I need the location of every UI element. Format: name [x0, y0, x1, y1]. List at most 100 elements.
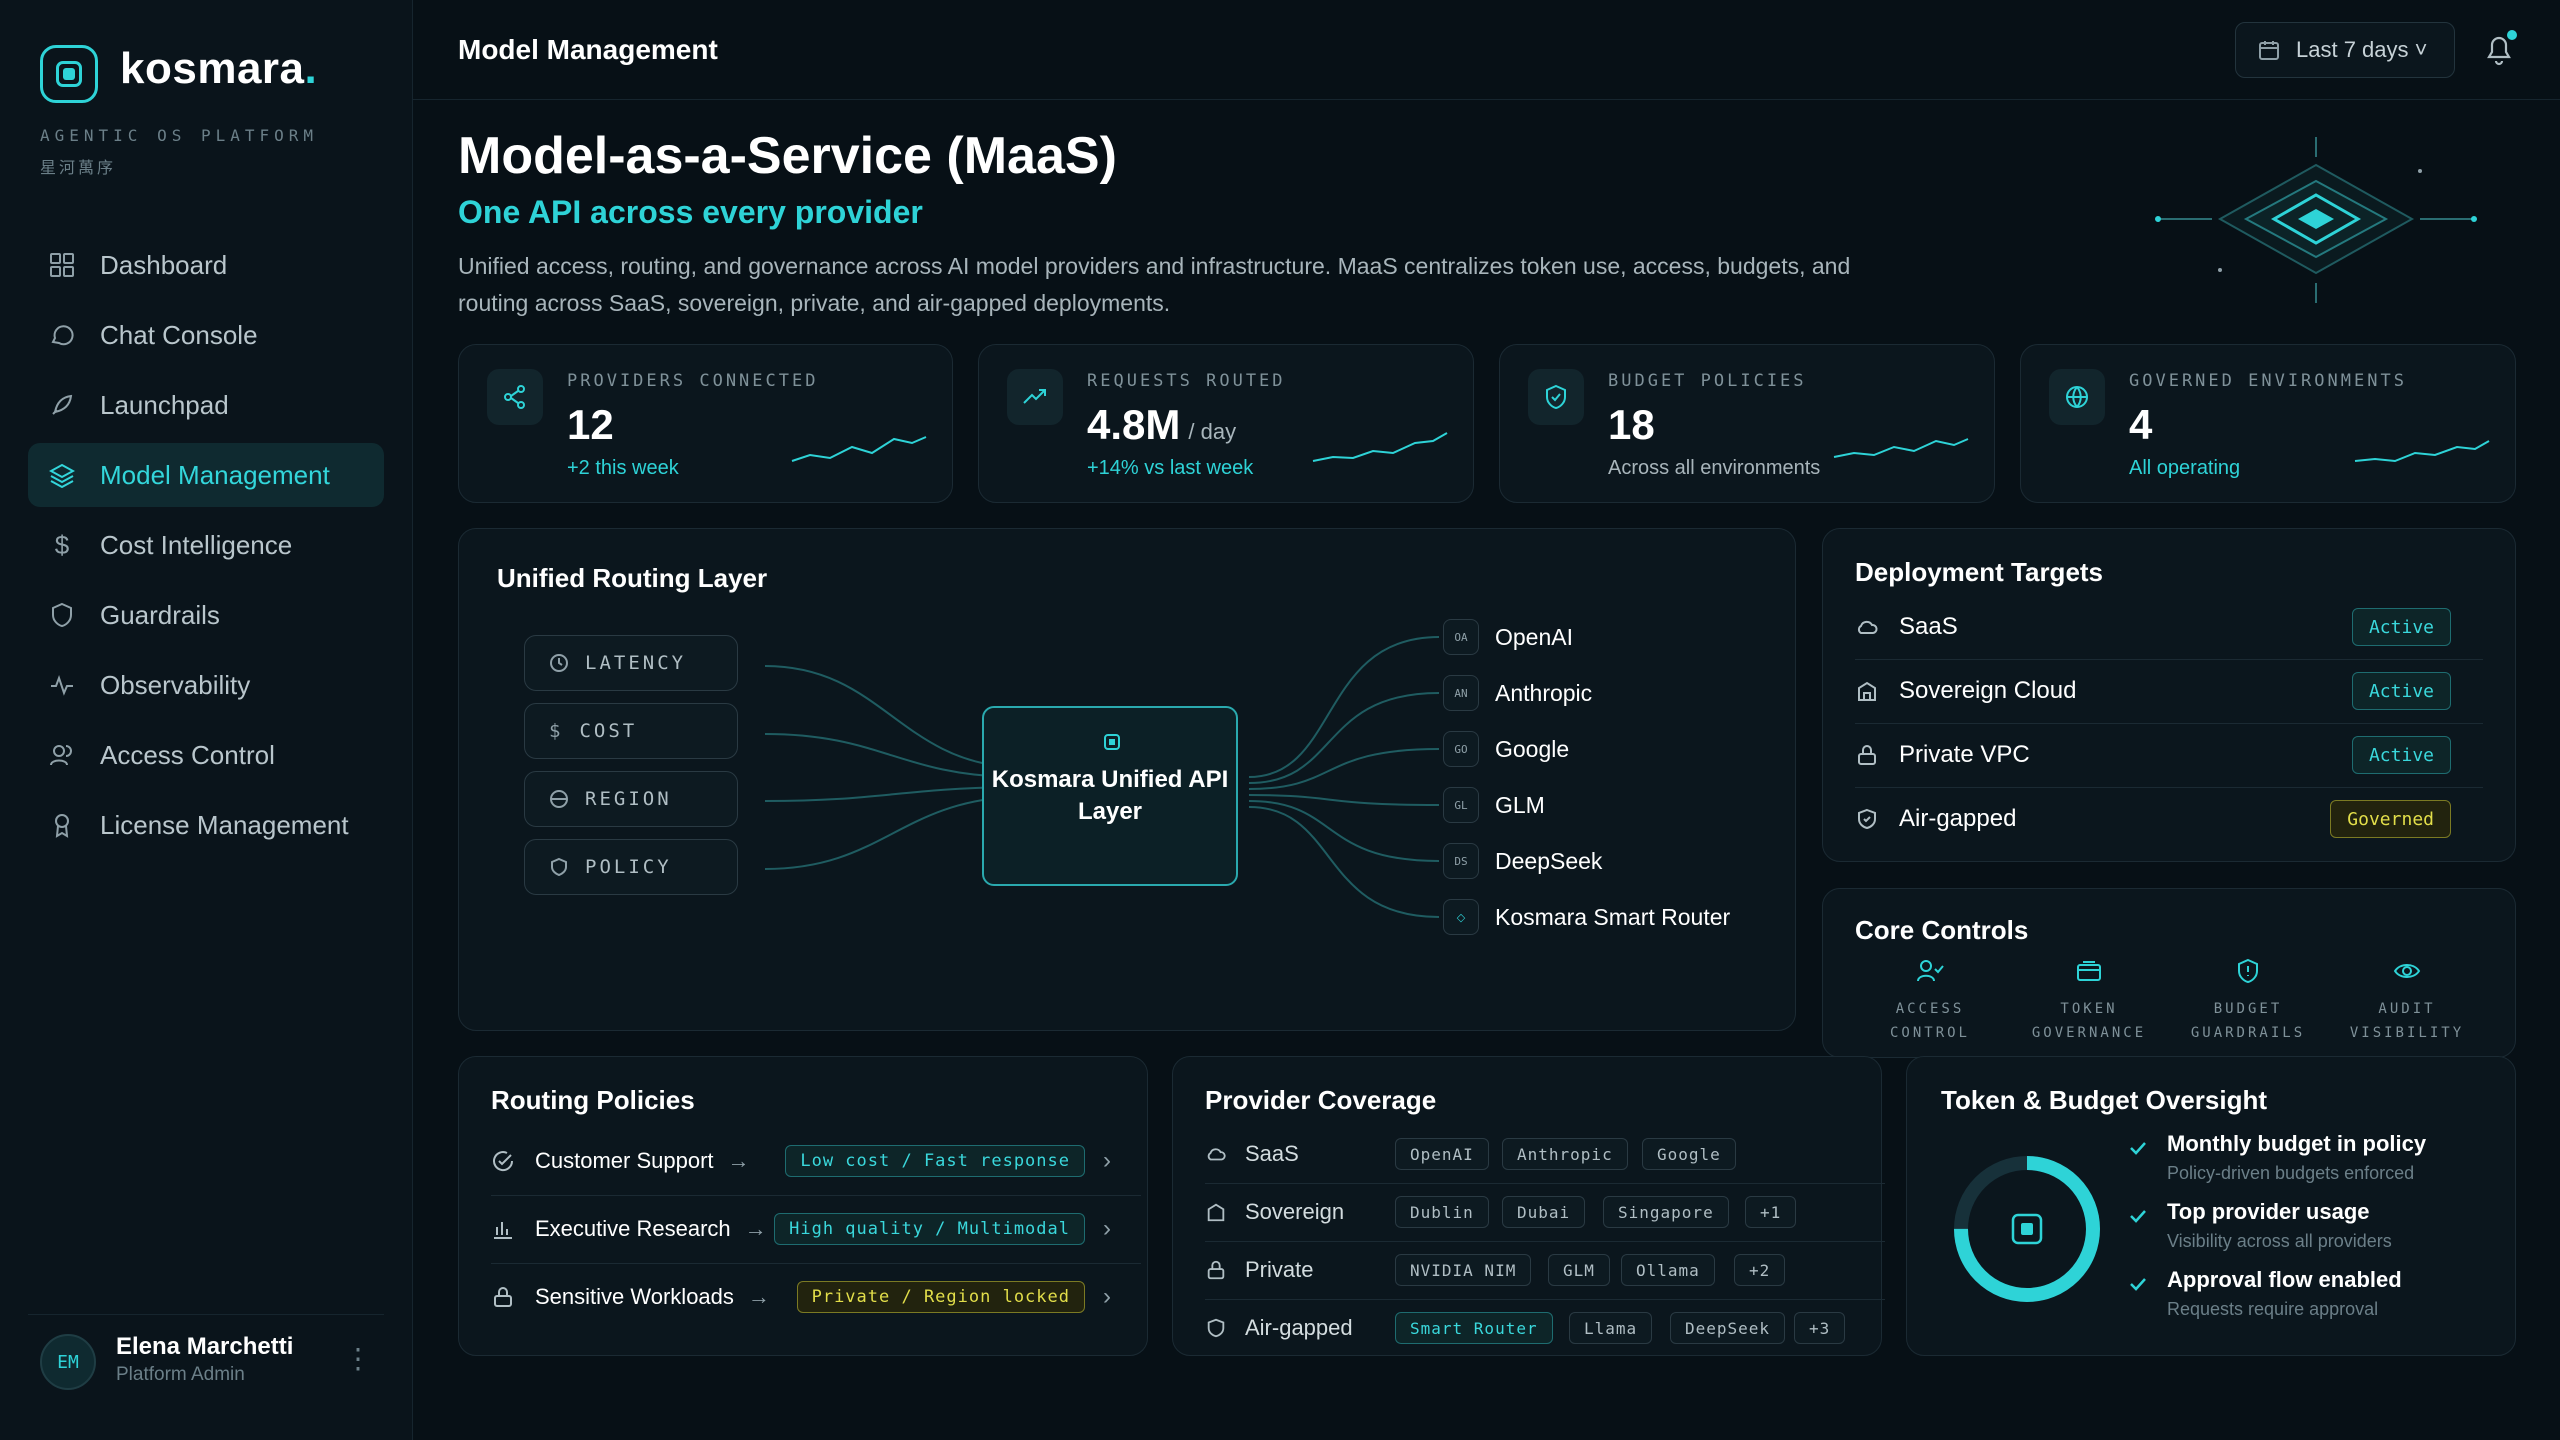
stat-sub: All operating: [2129, 457, 2241, 479]
provider-deepseek[interactable]: DS DeepSeek: [1443, 843, 1602, 879]
routing-input-region[interactable]: REGION: [524, 771, 738, 827]
coverage-chip: NVIDIA NIM: [1395, 1254, 1532, 1286]
sidebar-item-launchpad[interactable]: Launchpad: [28, 373, 384, 437]
deployment-targets-panel: Deployment Targets SaaS Active Sovereign…: [1822, 528, 2516, 862]
coverage-chip: Singapore: [1603, 1196, 1729, 1228]
provider-coverage-panel: Provider Coverage SaaS OpenAI Anthropic …: [1172, 1056, 1885, 1356]
stat-card-requests[interactable]: REQUESTS ROUTED 4.8M / day +14% vs last w…: [978, 344, 1474, 503]
hero-diamond-illustration-icon: [2155, 137, 2477, 303]
avatar[interactable]: EM: [40, 1334, 96, 1390]
policy-row-customer-support[interactable]: Customer Support → Low cost / Fast respon…: [491, 1127, 1141, 1195]
core-control-access[interactable]: ACCESS CONTROL: [1855, 957, 2005, 1045]
provider-google[interactable]: GO Google: [1443, 731, 1569, 767]
check-icon: [2130, 1278, 2146, 1291]
check-icon: [2130, 1210, 2146, 1223]
shield-icon: [551, 857, 567, 877]
coverage-chip: GLM: [1548, 1254, 1610, 1286]
core-control-token[interactable]: TOKEN GOVERNANCE: [2014, 957, 2164, 1045]
stat-card-environments[interactable]: GOVERNED ENVIRONMENTS 4 All operating: [2020, 344, 2516, 503]
stat-card-providers[interactable]: PROVIDERS CONNECTED 12 +2 this week: [458, 344, 953, 503]
sidebar-item-dashboard[interactable]: Dashboard: [28, 233, 384, 297]
date-range-button[interactable]: Last 7 days ˅: [2235, 22, 2455, 78]
stat-card-budget-policies[interactable]: BUDGET POLICIES 18 Across all environmen…: [1499, 344, 1995, 503]
cloud-icon: [1207, 1148, 1226, 1161]
sidebar-item-license-management[interactable]: License Management: [28, 793, 384, 857]
sidebar-item-model-management[interactable]: Model Management: [28, 443, 384, 507]
calendar-icon: [2259, 41, 2279, 60]
routing-layer-panel: Unified Routing Layer LATENCY $ COST REG…: [458, 528, 1796, 1031]
routing-policies-panel: Routing Policies Customer Support → Low c…: [458, 1056, 1148, 1356]
provider-badge: DS: [1443, 843, 1479, 879]
coverage-chip: Smart Router: [1395, 1312, 1553, 1344]
unified-api-hub[interactable]: Kosmara Unified API Layer: [982, 706, 1238, 886]
coverage-chip: +1: [1745, 1196, 1797, 1228]
deployment-row-private-vpc[interactable]: Private VPC Active: [1855, 723, 2483, 787]
globe-icon: [2049, 369, 2105, 425]
arrow-right-icon: →: [744, 1216, 767, 1241]
stat-label: REQUESTS ROUTED: [1087, 371, 1286, 391]
policy-tag: Low cost / Fast response: [785, 1145, 1085, 1177]
budget-donut: [1954, 1156, 2100, 1302]
users-icon: [48, 741, 76, 769]
core-control-budget[interactable]: BUDGET GUARDRAILS: [2173, 957, 2323, 1045]
sidebar-item-cost-intelligence[interactable]: $ Cost Intelligence: [28, 513, 384, 577]
core-control-audit[interactable]: AUDIT VISIBILITY: [2332, 957, 2482, 1045]
provider-badge: GL: [1443, 787, 1479, 823]
badge-icon: [48, 811, 76, 839]
shield-icon: [48, 601, 76, 629]
arrow-right-icon: →: [747, 1284, 770, 1309]
cloud-icon: [1857, 620, 1878, 634]
shield-icon: [2173, 957, 2323, 989]
provider-glm[interactable]: GL GLM: [1443, 787, 1545, 823]
user-role: Platform Admin: [116, 1364, 245, 1385]
policy-row-executive-research[interactable]: Executive Research → High quality / Multi…: [491, 1195, 1141, 1263]
kosmara-logo-icon: [40, 45, 98, 103]
provider-openai[interactable]: OA OpenAI: [1443, 619, 1573, 655]
sidebar-item-access-control[interactable]: Access Control: [28, 723, 384, 787]
coverage-chip: +3: [1794, 1312, 1846, 1344]
stat-sub: +14% vs last week: [1087, 457, 1254, 479]
top-bar: Model Management Last 7 days ˅: [413, 0, 2560, 100]
stat-value: 18: [1608, 401, 1655, 448]
status-badge: Governed: [2330, 800, 2451, 838]
sidebar-item-label: Cost Intelligence: [100, 529, 293, 560]
coverage-chip: Dubai: [1502, 1196, 1586, 1228]
hub-chip-icon: [1104, 734, 1120, 750]
chat-icon: [48, 321, 76, 349]
hub-label: Kosmara Unified API Layer: [991, 766, 1229, 825]
provider-anthropic[interactable]: AN Anthropic: [1443, 675, 1592, 711]
coverage-chip: +2: [1734, 1254, 1786, 1286]
routing-input-latency[interactable]: LATENCY: [524, 635, 738, 691]
coverage-chip: Dublin: [1395, 1196, 1489, 1228]
deployment-row-saas[interactable]: SaaS Active: [1855, 595, 2483, 659]
more-options-icon[interactable]: ⋮: [344, 1342, 372, 1375]
deployment-row-air-gapped[interactable]: Air-gapped Governed: [1855, 787, 2483, 851]
policy-tag: High quality / Multimodal: [774, 1213, 1085, 1245]
chevron-right-icon: ›: [1103, 1283, 1111, 1310]
stat-label: BUDGET POLICIES: [1608, 371, 1807, 391]
status-badge: Active: [2351, 672, 2451, 710]
brand-tagline: AGENTIC OS PLATFORM: [40, 126, 319, 145]
shield-check-icon: [1858, 808, 1876, 830]
coverage-chip: Llama: [1569, 1312, 1653, 1344]
rocket-icon: [48, 391, 76, 419]
policy-row-sensitive-workloads[interactable]: Sensitive Workloads → Private / Region lo…: [491, 1263, 1141, 1331]
coverage-chip: Ollama: [1621, 1254, 1715, 1286]
provider-smart-router[interactable]: ◇ Kosmara Smart Router: [1443, 899, 1730, 935]
provider-badge: AN: [1443, 675, 1479, 711]
routing-input-policy[interactable]: POLICY: [524, 839, 738, 895]
check-icon: [2130, 1142, 2146, 1155]
section-title: Core Controls: [1855, 915, 2029, 945]
sidebar-item-observability[interactable]: Observability: [28, 653, 384, 717]
sidebar-item-label: Observability: [100, 669, 251, 700]
provider-badge: OA: [1443, 619, 1479, 655]
sidebar-item-label: Access Control: [100, 739, 275, 770]
routing-input-cost[interactable]: $ COST: [524, 703, 738, 759]
sidebar-item-guardrails[interactable]: Guardrails: [28, 583, 384, 647]
sidebar-item-chat-console[interactable]: Chat Console: [28, 303, 384, 367]
sidebar-item-label: Model Management: [100, 459, 330, 490]
stat-label: PROVIDERS CONNECTED: [567, 371, 819, 391]
deployment-row-sovereign-cloud[interactable]: Sovereign Cloud Active: [1855, 659, 2483, 723]
hero-subtitle: One API across every provider: [458, 194, 923, 230]
sidebar-item-label: Launchpad: [100, 389, 229, 420]
